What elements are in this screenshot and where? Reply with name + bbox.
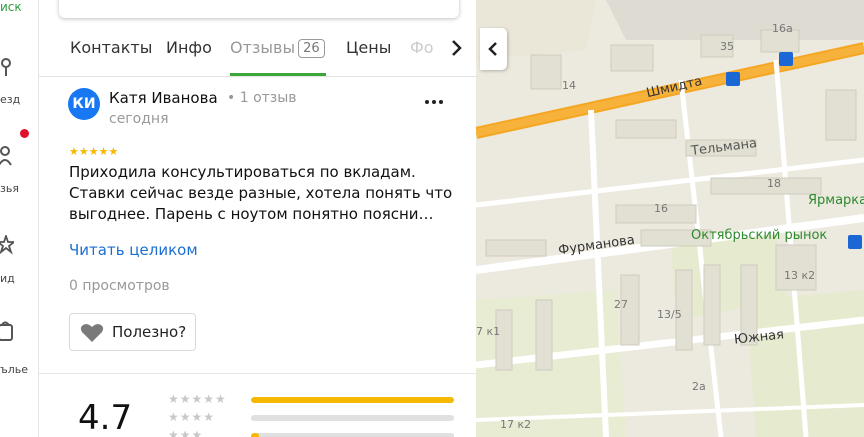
poi-label[interactable]: Ярмарка (808, 193, 864, 208)
review-text: Приходила консультироваться по вкладам. … (69, 163, 453, 223)
sidebar-item-label: езд (0, 93, 21, 106)
sidebar-item-friends[interactable]: зья (0, 145, 38, 205)
read-more-link[interactable]: Читать целиком (69, 241, 198, 259)
tab-reviews-label: Отзывы (230, 38, 296, 57)
review-author-meta: • 1 отзыв (227, 90, 297, 106)
section-divider (39, 373, 476, 374)
collapse-panel-button[interactable] (480, 28, 507, 70)
sidebar-item-star[interactable]: ид (0, 235, 38, 295)
house-number: 35 (720, 40, 734, 53)
rating-row-stars: ★★★★★ (168, 392, 227, 406)
house-number: 17 к2 (500, 418, 532, 431)
header-card (59, 0, 459, 18)
rating-row-stars: ★★★ (168, 428, 204, 437)
reviews-count-badge: 26 (298, 39, 325, 58)
house-number: 18 (767, 177, 781, 190)
house-number: 2а (692, 380, 706, 393)
more-options-icon[interactable] (424, 94, 444, 110)
tab-info[interactable]: Инфо (166, 38, 212, 57)
bus-stop-icon (726, 72, 740, 86)
bus-stop-icon (779, 52, 793, 66)
useful-button[interactable]: Полезно? (69, 313, 196, 351)
house-number: 27 (614, 298, 628, 311)
house-number: 7 к1 (476, 325, 501, 338)
map-view[interactable]: Шмидта Тельмана Фурманова Южная Ярмарка … (476, 0, 864, 437)
star-icon (0, 235, 14, 255)
rating-bar (251, 415, 454, 421)
route-icon (1, 58, 11, 76)
bus-stop-icon (848, 235, 862, 249)
heart-icon (80, 324, 104, 342)
tab-contacts[interactable]: Контакты (70, 38, 152, 57)
overall-rating: 4.7 (78, 398, 133, 437)
tab-photos[interactable]: Фо (410, 38, 434, 57)
rating-bar-fill (251, 397, 454, 403)
sidebar-item-label: ид (0, 272, 15, 285)
tab-reviews[interactable]: Отзывы 26 (230, 38, 325, 59)
house-number: 13/5 (657, 308, 682, 321)
house-number: 14 (562, 79, 576, 92)
tab-bar: Контакты Инфо Отзывы 26 Цены Фо (39, 30, 476, 77)
sidebar-item-wallet[interactable]: ълье (0, 320, 38, 380)
sidebar-item-route[interactable]: езд (0, 55, 38, 115)
rating-bar (251, 433, 454, 437)
friends-icon (0, 146, 12, 166)
chevron-right-icon[interactable] (447, 36, 467, 60)
house-number: 16 (654, 202, 668, 215)
rating-row-5: ★★★★★ (168, 392, 458, 406)
chevron-left-icon (488, 42, 497, 56)
notification-badge (20, 129, 29, 138)
app-sidebar: иск езд зья ид ълье (0, 0, 39, 437)
rating-row-3: ★★★ (168, 428, 458, 437)
sidebar-item-label: зья (0, 182, 19, 195)
wallet-icon (0, 321, 13, 341)
house-number: 13 к2 (784, 269, 816, 282)
rating-bar (251, 397, 454, 403)
useful-button-label: Полезно? (112, 323, 187, 341)
city-label[interactable]: иск (0, 0, 22, 14)
poi-label[interactable]: Октябрьский рынок (691, 228, 827, 243)
rating-row-4: ★★★★ (168, 410, 458, 424)
house-number: 16а (772, 22, 793, 35)
active-tab-indicator (230, 73, 326, 76)
tab-prices[interactable]: Цены (346, 38, 391, 57)
organization-panel: Контакты Инфо Отзывы 26 Цены Фо КИ Катя И… (39, 0, 476, 437)
review-views: 0 просмотров (69, 278, 170, 294)
rating-row-stars: ★★★★ (168, 410, 216, 424)
review-rating-stars: ★★★★★ (69, 145, 119, 158)
rating-bar-fill (251, 433, 260, 437)
review-author-name[interactable]: Катя Иванова (109, 89, 218, 107)
review-date: сегодня (109, 111, 169, 127)
map-canvas[interactable] (476, 0, 864, 437)
sidebar-item-label: ълье (0, 363, 29, 376)
avatar[interactable]: КИ (68, 88, 100, 120)
